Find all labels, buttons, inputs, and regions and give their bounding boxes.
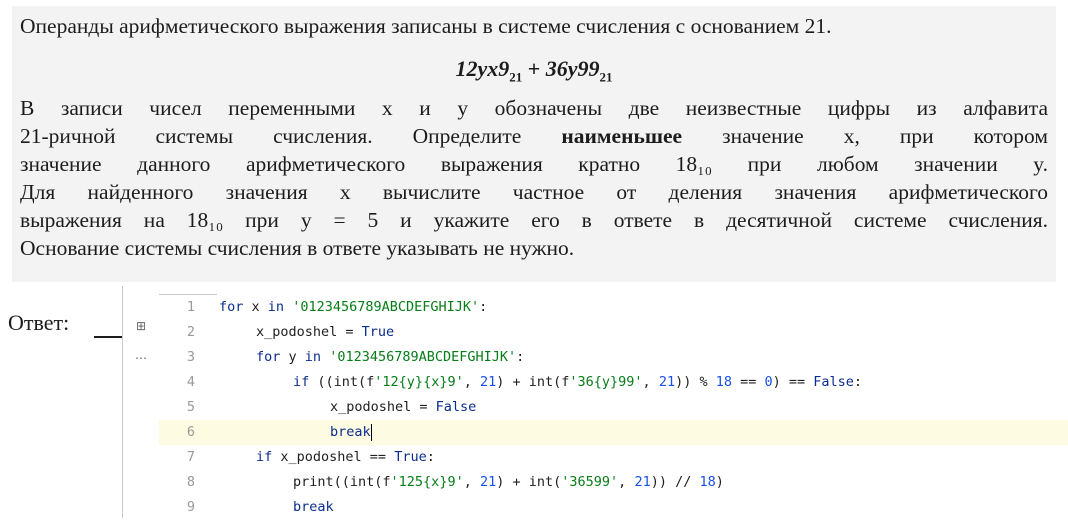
code-line[interactable]: 3 for y in '0123456789ABCDEFGHIJK': [159,345,1068,370]
code-line[interactable]: 1 for x in '0123456789ABCDEFGHIJK': [159,295,1068,320]
formula-term1: 12yx9 [455,56,510,81]
structure-icon[interactable]: ⊞ [133,318,149,334]
problem-intro: Операнды арифметического выражения запис… [20,14,832,38]
problem-line-2: 21-ричной системы счисления. Определите … [20,124,1048,148]
formula-term2-base: 21 [599,69,613,85]
line-number: 1 [186,299,195,315]
code-line[interactable]: 6 break [159,420,1068,445]
more-icon[interactable]: ⋯ [133,350,149,366]
code-line[interactable]: 4 if ((int(f'12{y}{x}9', 21) + int(f'36{y… [159,370,1068,395]
problem-line-3: значение данного арифметического выражен… [20,152,1048,176]
code-text[interactable]: for y in '0123456789ABCDEFGHIJK': [256,345,524,370]
code-text[interactable]: for x in '0123456789ABCDEFGHIJK': [219,295,487,320]
formula-term2: 36y99 [545,56,600,81]
line-number: 8 [186,474,195,490]
editor-toolbar: ⊞ ⋯ [123,286,159,518]
problem-line-1: В записи чисел переменными x и y обознач… [20,96,1048,120]
line-number: 3 [186,349,195,365]
code-text[interactable]: x_podoshel = False [330,395,476,420]
code-line[interactable]: 5 x_podoshel = False [159,395,1068,420]
line-number: 7 [186,449,195,465]
code-line[interactable]: 2 x_podoshel = True [159,320,1068,345]
line-number: 2 [186,324,195,340]
line-number: 5 [186,399,195,415]
code-line[interactable]: 7 if x_podoshel == True: [159,445,1068,470]
code-editor[interactable]: ⊞ ⋯ 1 for x in '0123456789ABCDEFGHIJK': 2 x… [122,286,1068,518]
formula-term1-base: 21 [509,69,523,85]
problem-statement: Операнды арифметического выражения запис… [12,6,1056,282]
formula-operator: + [527,56,541,81]
code-text[interactable]: x_podoshel = True [256,320,394,345]
code-text[interactable]: if ((int(f'12{y}{x}9', 21) + int(f'36{y}… [293,370,862,395]
problem-line-5: выражения на 18₁₀ при y = 5 и укажите ег… [20,208,1048,232]
line-number: 9 [186,499,195,515]
line-number: 4 [186,374,195,390]
problem-line-6: Основание системы счисления в ответе ука… [20,236,575,260]
text-caret [370,423,372,441]
code-text[interactable]: break [330,420,372,445]
code-line[interactable]: 9 break [159,495,1068,520]
line-number: 6 [186,424,195,440]
code-text[interactable]: break [293,495,334,520]
code-text[interactable]: print((int(f'125{x}9', 21) + int('36599'… [293,470,724,495]
code-line[interactable]: 8 print((int(f'125{x}9', 21) + int('36599… [159,470,1068,495]
answer-blank [94,336,124,338]
problem-line-4: Для найденного значения x вычислите част… [20,180,1048,204]
answer-label: Ответ: [8,310,70,335]
formula: 12yx921 + 36y9921 [12,56,1056,85]
code-text[interactable]: if x_podoshel == True: [256,445,435,470]
